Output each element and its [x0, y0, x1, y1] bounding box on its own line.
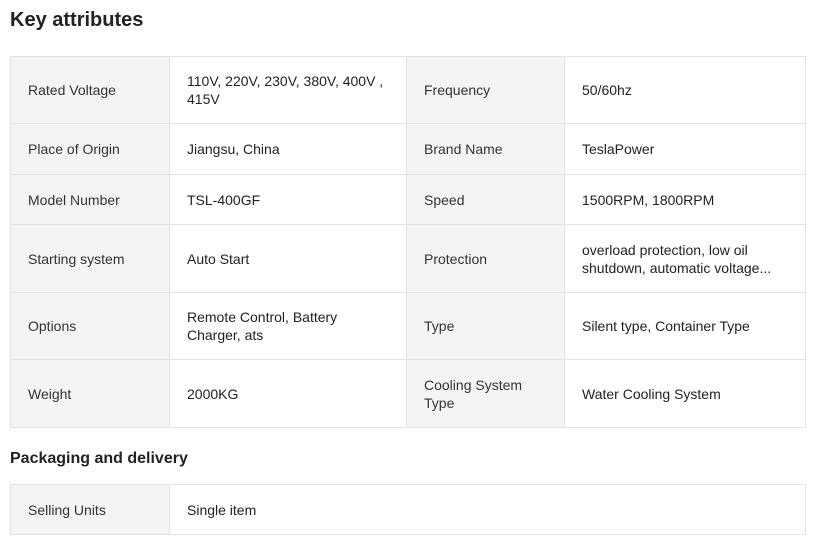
table-row: Rated Voltage 110V, 220V, 230V, 380V, 40…: [10, 56, 806, 124]
attribute-value: 50/60hz: [564, 56, 806, 124]
attribute-value: Silent type, Container Type: [564, 292, 806, 360]
attribute-value: Auto Start: [169, 224, 407, 293]
attribute-label: Rated Voltage: [10, 56, 170, 124]
table-row: Weight 2000KG Cooling System Type Water …: [10, 359, 806, 428]
table-row: Options Remote Control, Battery Charger,…: [10, 292, 806, 360]
attribute-label: Starting system: [10, 224, 170, 293]
packaging-table: Selling Units Single item: [10, 484, 806, 535]
attribute-value: 2000KG: [169, 359, 407, 428]
attribute-label: Options: [10, 292, 170, 360]
packaging-delivery-title: Packaging and delivery: [10, 450, 188, 467]
attribute-value: Single item: [169, 484, 806, 535]
attribute-value: Jiangsu, China: [169, 123, 407, 175]
attribute-value: TSL-400GF: [169, 174, 407, 225]
table-row: Selling Units Single item: [10, 484, 806, 535]
attribute-label: Place of Origin: [10, 123, 170, 175]
table-row: Model Number TSL-400GF Speed 1500RPM, 18…: [10, 174, 806, 225]
attribute-label: Type: [406, 292, 565, 360]
attribute-label: Speed: [406, 174, 565, 225]
key-attributes-title: Key attributes: [10, 9, 144, 31]
attribute-label: Protection: [406, 224, 565, 293]
attribute-label: Brand Name: [406, 123, 565, 175]
attribute-value: Remote Control, Battery Charger, ats: [169, 292, 407, 360]
attribute-value: 110V, 220V, 230V, 380V, 400V , 415V: [169, 56, 407, 124]
table-row: Starting system Auto Start Protection ov…: [10, 224, 806, 293]
attribute-label: Selling Units: [10, 484, 170, 535]
attribute-label: Weight: [10, 359, 170, 428]
key-attributes-table: Rated Voltage 110V, 220V, 230V, 380V, 40…: [10, 56, 806, 428]
attribute-label: Cooling System Type: [406, 359, 565, 428]
attribute-label: Model Number: [10, 174, 170, 225]
table-row: Place of Origin Jiangsu, China Brand Nam…: [10, 123, 806, 175]
attribute-value: Water Cooling System: [564, 359, 806, 428]
attribute-value: 1500RPM, 1800RPM: [564, 174, 806, 225]
attribute-value: TeslaPower: [564, 123, 806, 175]
attribute-label: Frequency: [406, 56, 565, 124]
attribute-value: overload protection, low oil shutdown, a…: [564, 224, 806, 293]
